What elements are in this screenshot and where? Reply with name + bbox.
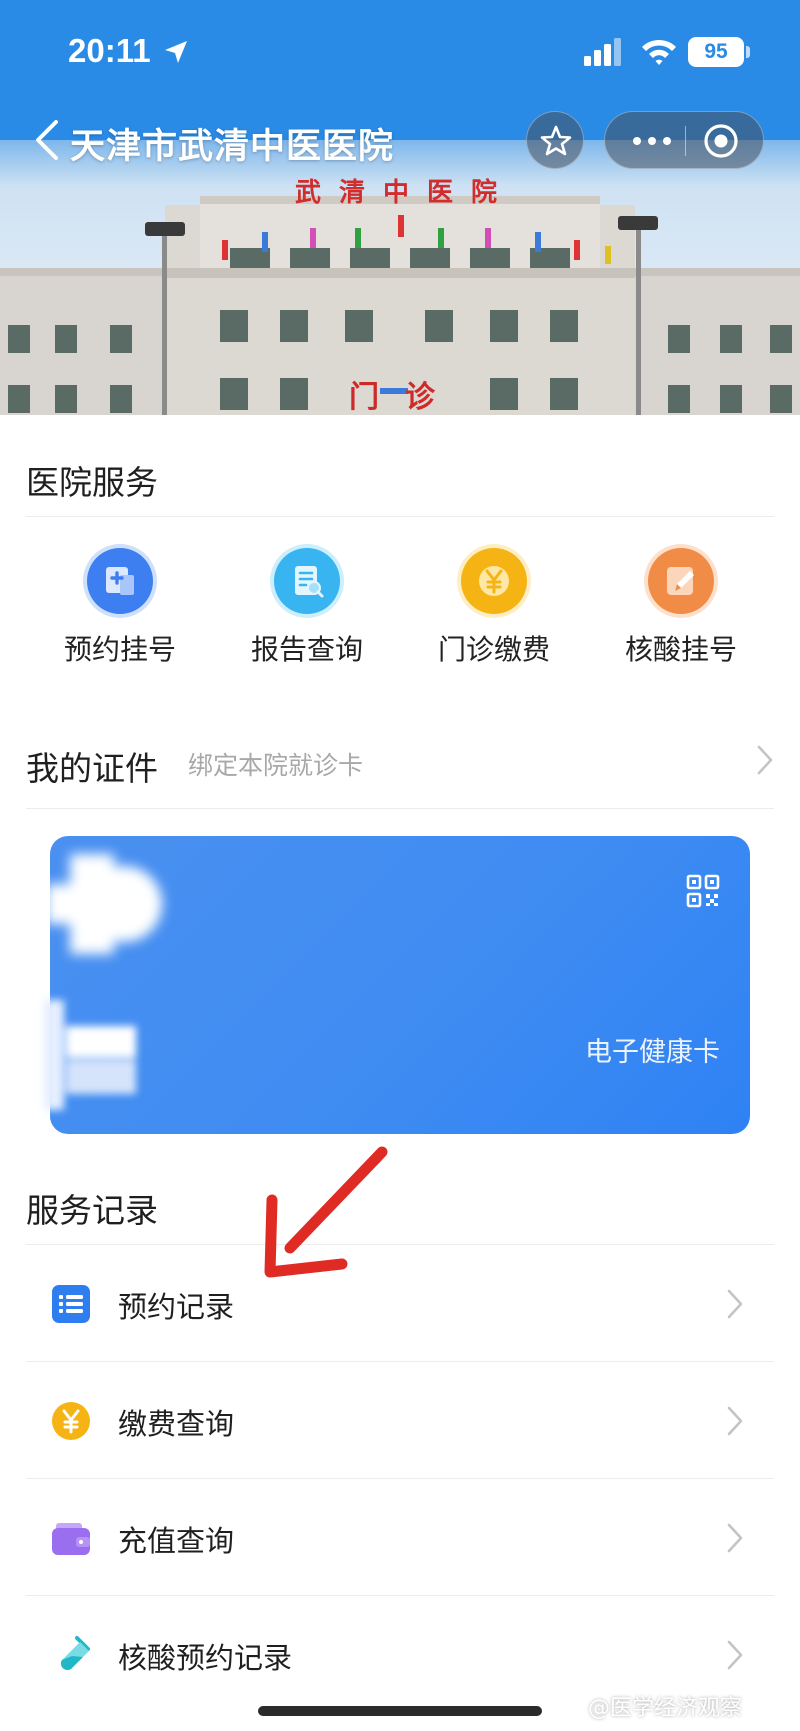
service-label: 预约挂号 <box>63 633 176 666</box>
qr-code-icon[interactable] <box>686 874 720 908</box>
service-label: 核酸挂号 <box>624 633 737 666</box>
home-indicator <box>258 1706 542 1716</box>
row-divider <box>26 1478 774 1479</box>
record-label: 预约记录 <box>118 1290 235 1324</box>
blurred-card-logo <box>46 854 162 954</box>
record-recharge-query[interactable]: 充值查询 <box>26 1480 774 1596</box>
annotation-arrow <box>264 1146 388 1278</box>
record-appointment[interactable]: 预约记录 <box>26 1246 774 1362</box>
hero-banner: 武清中医院 门诊 20:11 95 天津市武清中医医院 <box>0 0 800 415</box>
chevron-right-icon <box>727 1523 743 1553</box>
close-miniprogram-icon[interactable] <box>702 122 740 160</box>
service-records-title: 服务记录 <box>26 1191 158 1230</box>
appointment-icon <box>87 548 153 614</box>
watermark: @医学经济观察 <box>588 1696 743 1721</box>
status-time: 20:11 <box>68 32 151 69</box>
service-label: 报告查询 <box>250 633 363 666</box>
nav-bar: 天津市武清中医医院 <box>0 100 800 180</box>
chevron-right-icon <box>727 1406 743 1436</box>
wifi-icon <box>642 39 676 65</box>
status-bar: 20:11 95 <box>0 0 800 100</box>
miniprogram-capsule <box>604 111 764 169</box>
chevron-right-icon <box>727 1289 743 1319</box>
health-card-label: 电子健康卡 <box>585 1037 720 1068</box>
cellular-signal-icon <box>584 38 621 66</box>
service-appointment[interactable]: 预约挂号 <box>26 548 214 668</box>
blurred-card-holder-info <box>44 1000 136 1110</box>
hospital-services-title: 医院服务 <box>26 463 158 502</box>
service-nucleic-acid[interactable]: 核酸挂号 <box>587 548 775 668</box>
page-title: 天津市武清中医医院 <box>70 127 395 167</box>
battery-tip <box>746 46 750 58</box>
back-arrow-icon[interactable] <box>32 118 62 162</box>
row-divider <box>26 1595 774 1596</box>
service-payment[interactable]: 门诊缴费 <box>400 548 588 668</box>
service-report[interactable]: 报告查询 <box>213 548 401 668</box>
bind-card-link[interactable]: 绑定本院就诊卡 <box>188 746 363 782</box>
more-options-icon[interactable] <box>627 126 677 156</box>
wallet-icon <box>52 1523 90 1555</box>
record-label: 充值查询 <box>118 1524 235 1558</box>
chevron-right-icon <box>727 1640 743 1670</box>
test-tube-icon <box>60 1636 90 1671</box>
battery-indicator: 95 <box>688 37 744 67</box>
yuan-icon <box>461 548 527 614</box>
star-icon <box>540 125 572 156</box>
record-payment-query[interactable]: 缴费查询 <box>26 1363 774 1479</box>
row-divider <box>26 1361 774 1362</box>
service-label: 门诊缴费 <box>437 633 550 666</box>
outpatient-sign-text: 门诊 <box>349 380 461 415</box>
yuan-coin-icon <box>52 1402 90 1440</box>
chevron-right-icon[interactable] <box>756 744 774 776</box>
record-label: 缴费查询 <box>118 1407 235 1441</box>
location-arrow-icon <box>165 41 187 63</box>
list-icon <box>52 1285 90 1323</box>
section-divider <box>26 1244 774 1245</box>
report-icon <box>274 548 340 614</box>
my-certificates-title: 我的证件 <box>26 749 158 788</box>
favorite-button[interactable] <box>526 111 584 169</box>
capsule-divider <box>685 126 686 156</box>
record-label: 核酸预约记录 <box>118 1641 293 1675</box>
section-divider <box>26 808 774 809</box>
section-divider <box>26 516 774 517</box>
pencil-icon <box>648 548 714 614</box>
